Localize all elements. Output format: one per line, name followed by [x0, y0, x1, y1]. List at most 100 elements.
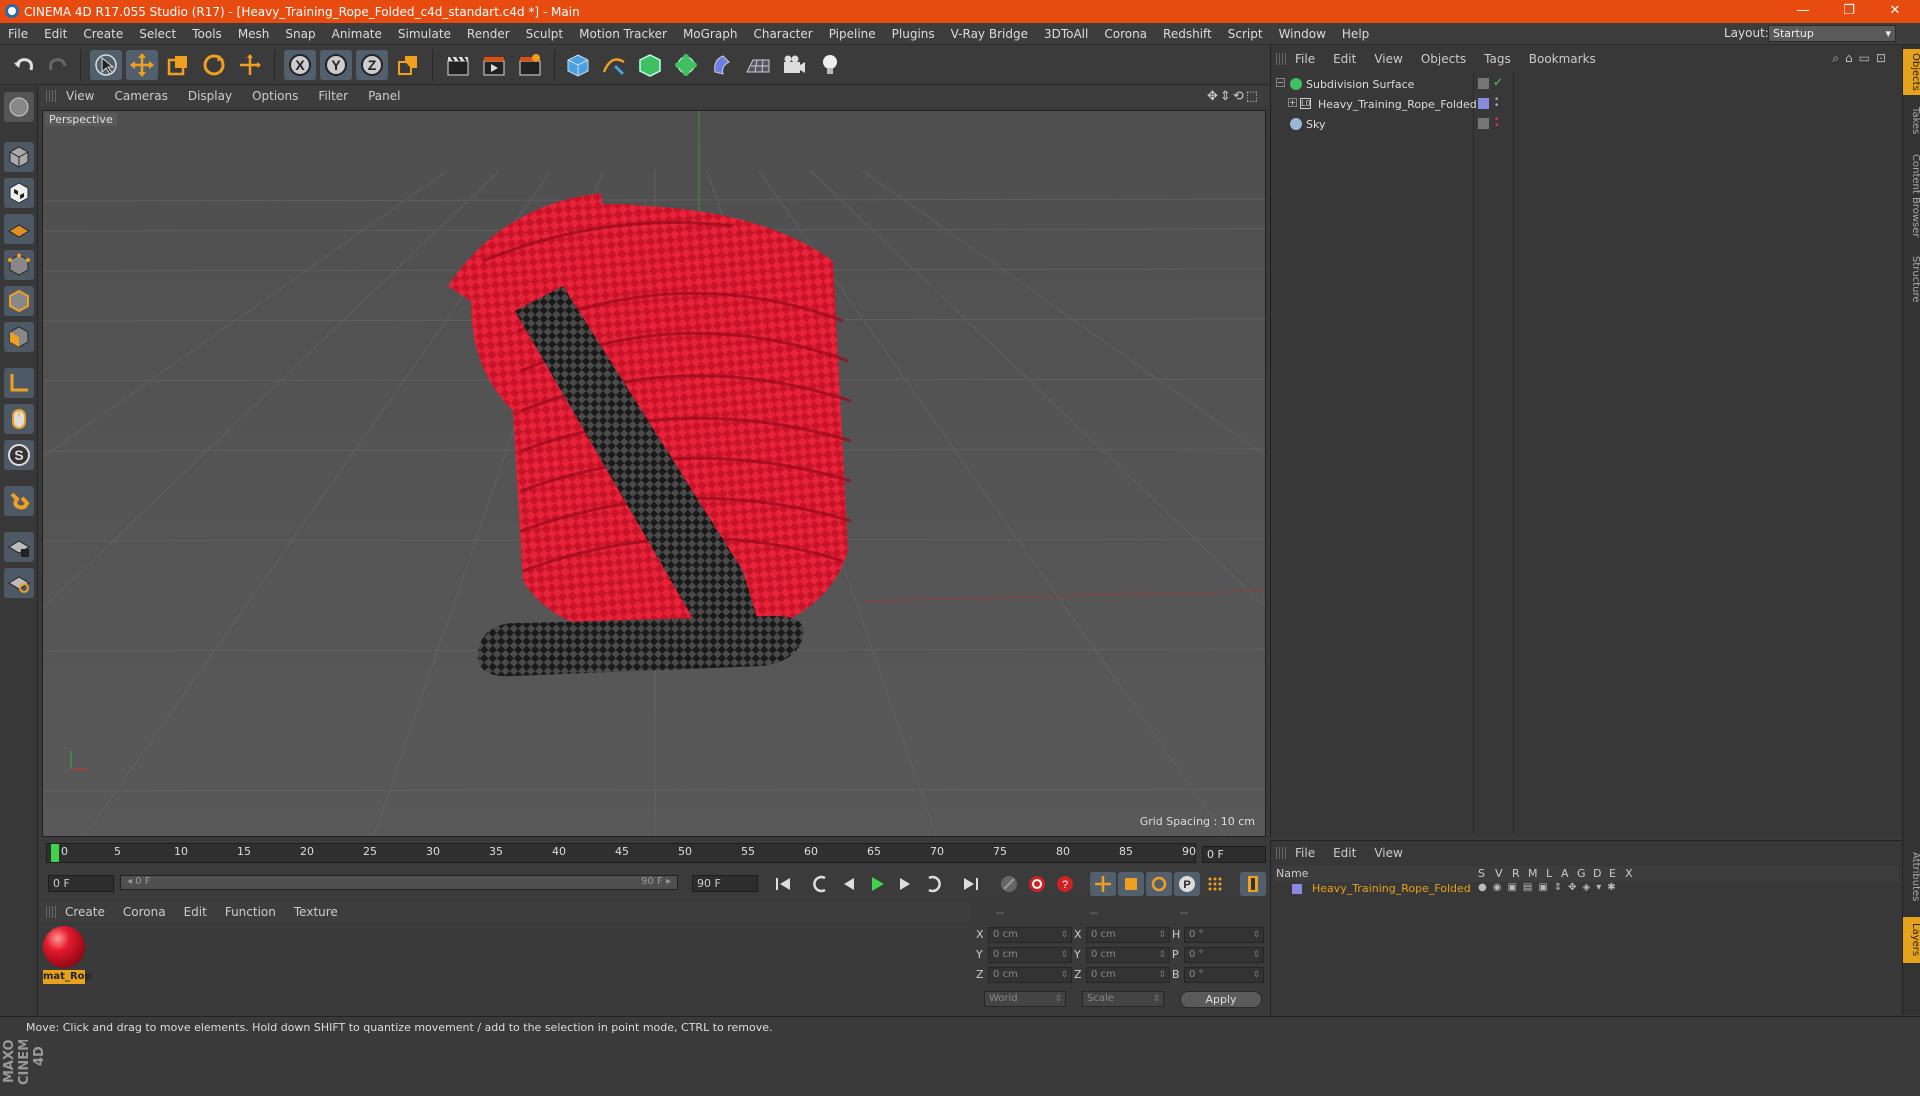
panel-grip[interactable]	[1276, 847, 1286, 859]
material-menu-edit[interactable]: Edit	[175, 905, 216, 919]
size-z-field[interactable]: 0 cm	[1086, 967, 1170, 983]
menu-simulate[interactable]: Simulate	[390, 27, 459, 41]
menu-character[interactable]: Character	[745, 27, 820, 41]
enabled-check-icon[interactable]: ✓	[1493, 75, 1503, 89]
render-view-button[interactable]	[442, 50, 474, 80]
layer-color-swatch[interactable]	[1478, 98, 1489, 109]
workplane-mode-button[interactable]	[4, 214, 34, 244]
menu-script[interactable]: Script	[1220, 27, 1271, 41]
key-pla-button[interactable]	[1202, 872, 1228, 896]
polygons-mode-button[interactable]	[4, 322, 34, 352]
layer-flag-icons[interactable]: ●◉▣▤▣⇕✥◈▾✱	[1478, 882, 1622, 893]
rot-h-field[interactable]: 0 °	[1184, 927, 1264, 943]
viewport-menu-view[interactable]: View	[56, 89, 104, 103]
layer-header-x[interactable]: X	[1625, 867, 1633, 880]
layer-menu-file[interactable]: File	[1286, 846, 1324, 860]
object-row-sky[interactable]: Sky • •	[1276, 115, 1898, 133]
coordinate-mode-dropdown[interactable]: World	[984, 991, 1066, 1007]
menu-plugins[interactable]: Plugins	[884, 27, 943, 41]
frame-range-slider[interactable]: ◂ 0 F 90 F ▸	[120, 875, 678, 890]
visibility-toggle-icon[interactable]	[1478, 118, 1489, 129]
render-to-picture-viewer-button[interactable]	[478, 50, 510, 80]
render-dots-icon[interactable]: • •	[1494, 116, 1499, 131]
add-array-button[interactable]	[670, 50, 702, 80]
current-frame-field[interactable]: 0 F	[1202, 846, 1266, 863]
object-menu-objects[interactable]: Objects	[1412, 52, 1475, 66]
layer-header-name[interactable]: Name	[1276, 867, 1308, 880]
menu-corona[interactable]: Corona	[1096, 27, 1155, 41]
render-dots-icon[interactable]: • •	[1494, 96, 1499, 111]
live-selection-button[interactable]	[90, 50, 122, 80]
x-axis-button[interactable]: X	[284, 50, 316, 80]
make-editable-button[interactable]	[4, 92, 34, 122]
object-row-heavy-training-rope[interactable]: + L0 Heavy_Training_Rope_Folded • •	[1276, 95, 1898, 113]
object-menu-tags[interactable]: Tags	[1475, 52, 1520, 66]
enable-axis-button[interactable]	[4, 368, 34, 398]
material-menu-function[interactable]: Function	[216, 905, 285, 919]
goto-end-button[interactable]	[958, 872, 984, 896]
menu-render[interactable]: Render	[459, 27, 518, 41]
add-floor-button[interactable]	[742, 50, 774, 80]
transform-tool-button[interactable]	[234, 50, 266, 80]
size-y-field[interactable]: 0 cm	[1086, 947, 1170, 963]
tweak-mode-button[interactable]	[4, 404, 34, 434]
viewport-menu-options[interactable]: Options	[242, 89, 308, 103]
z-axis-button[interactable]: Z	[356, 50, 388, 80]
add-deformer-button[interactable]	[706, 50, 738, 80]
menu-mograph[interactable]: MoGraph	[675, 27, 746, 41]
end-frame-field[interactable]: 90 F	[692, 875, 758, 892]
object-menu-view[interactable]: View	[1365, 52, 1411, 66]
layer-header-e[interactable]: E	[1609, 867, 1616, 880]
layout-dropdown[interactable]: Startup	[1768, 25, 1896, 42]
collapse-toggle-icon[interactable]: −	[1276, 78, 1285, 87]
viewport-menu-display[interactable]: Display	[178, 89, 242, 103]
viewport-menu-cameras[interactable]: Cameras	[104, 89, 177, 103]
autokey-button[interactable]: ?	[1052, 872, 1078, 896]
coordinate-system-button[interactable]	[392, 50, 424, 80]
material-menu-create[interactable]: Create	[56, 905, 114, 919]
apply-button[interactable]: Apply	[1180, 991, 1262, 1008]
record-button[interactable]	[1024, 872, 1050, 896]
edges-mode-button[interactable]	[4, 286, 34, 316]
model-mode-button[interactable]	[4, 142, 34, 172]
timeline-ruler[interactable]: 0 5 10 15 20 25 30 35 40 45 50 55 60 65 …	[46, 843, 1196, 863]
pos-y-field[interactable]: 0 cm	[988, 947, 1072, 963]
key-scale-button[interactable]	[1118, 872, 1144, 896]
object-menu-bookmarks[interactable]: Bookmarks	[1520, 52, 1605, 66]
minimize-button[interactable]: —	[1780, 0, 1826, 23]
material-menu-texture[interactable]: Texture	[285, 905, 347, 919]
layer-header-d[interactable]: D	[1593, 867, 1601, 880]
menu-motion-tracker[interactable]: Motion Tracker	[571, 27, 675, 41]
tab-attributes[interactable]: Attributes	[1903, 845, 1920, 909]
rot-p-field[interactable]: 0 °	[1184, 947, 1264, 963]
redo-button[interactable]	[42, 50, 74, 80]
playhead[interactable]	[51, 844, 59, 862]
start-frame-field[interactable]: 0 F	[48, 875, 114, 892]
menu-file[interactable]: File	[0, 27, 36, 41]
tab-objects[interactable]: Objects	[1903, 49, 1920, 95]
y-axis-button[interactable]: Y	[320, 50, 352, 80]
key-position-button[interactable]	[1090, 872, 1116, 896]
viewport-menu-filter[interactable]: Filter	[308, 89, 358, 103]
add-cube-button[interactable]	[562, 50, 594, 80]
transform-mode-dropdown[interactable]: Scale	[1082, 991, 1164, 1007]
close-button[interactable]: ✕	[1872, 0, 1918, 23]
viewport-menu-panel[interactable]: Panel	[358, 89, 410, 103]
menu-animate[interactable]: Animate	[324, 27, 390, 41]
layer-header-r[interactable]: R	[1512, 867, 1520, 880]
layer-menu-view[interactable]: View	[1365, 846, 1411, 860]
move-tool-button[interactable]	[126, 50, 158, 80]
size-x-field[interactable]: 0 cm	[1086, 927, 1170, 943]
layer-header-g[interactable]: G	[1577, 867, 1586, 880]
rotate-tool-button[interactable]	[198, 50, 230, 80]
menu-snap[interactable]: Snap	[277, 27, 323, 41]
restore-button[interactable]: ❐	[1826, 0, 1872, 23]
visibility-toggle-icon[interactable]	[1478, 78, 1489, 89]
object-name[interactable]: Subdivision Surface	[1306, 78, 1414, 91]
viewport-navigation-icons[interactable]: ✥⇕⟲⬚	[1207, 89, 1260, 104]
tab-takes[interactable]: Takes	[1903, 103, 1920, 139]
add-light-button[interactable]	[814, 50, 846, 80]
points-mode-button[interactable]	[4, 250, 34, 280]
layer-header-l[interactable]: L	[1546, 867, 1552, 880]
tab-structure[interactable]: Structure	[1903, 251, 1920, 307]
